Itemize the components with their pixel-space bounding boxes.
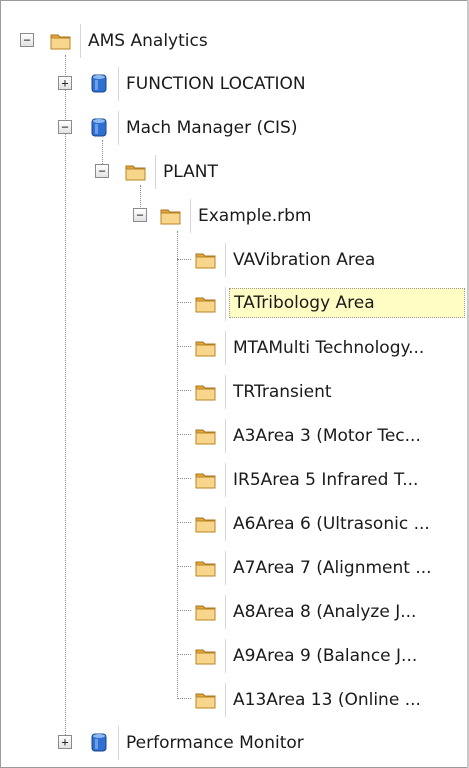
folder-icon	[195, 649, 216, 665]
tree-connector	[177, 522, 191, 523]
collapse-toggle-root[interactable]: −	[20, 33, 34, 47]
tree-node-area[interactable]: A9Area 9 (Balance J...	[229, 641, 461, 671]
row-separator	[80, 24, 81, 58]
tree-connector	[177, 302, 191, 303]
tree-connector	[177, 390, 191, 391]
tree-node-area[interactable]: A3Area 3 (Motor Tec...	[229, 421, 461, 451]
row-separator	[225, 243, 226, 277]
collapse-toggle-example[interactable]: −	[133, 208, 147, 222]
tree-connector	[177, 346, 191, 347]
row-separator	[118, 726, 119, 760]
row-separator	[225, 639, 226, 673]
tree-node-example-rbm[interactable]: Example.rbm	[194, 201, 316, 231]
tree-node-ams-analytics[interactable]: AMS Analytics	[84, 26, 212, 56]
folder-icon	[160, 209, 181, 225]
tree-connector	[177, 654, 191, 655]
folder-icon	[195, 605, 216, 621]
row-separator	[225, 551, 226, 585]
row-separator	[225, 331, 226, 365]
tree-connector	[177, 434, 191, 435]
tree-node-mach-manager[interactable]: Mach Manager (CIS)	[122, 113, 301, 143]
row-separator	[225, 419, 226, 453]
folder-icon	[195, 341, 216, 357]
folder-icon	[195, 253, 216, 269]
tree-node-function-location[interactable]: FUNCTION LOCATION	[122, 69, 310, 99]
database-icon	[91, 733, 107, 752]
row-separator	[225, 683, 226, 717]
tree-node-plant[interactable]: PLANT	[159, 157, 222, 187]
row-separator	[225, 287, 226, 321]
tree-connector	[177, 259, 191, 260]
tree-node-area[interactable]: MTAMulti Technology...	[229, 333, 461, 363]
folder-icon	[195, 297, 216, 313]
database-icon	[91, 118, 107, 137]
tree-connector	[177, 698, 191, 699]
folder-icon	[195, 693, 216, 709]
tree-connector	[177, 566, 191, 567]
row-separator	[118, 67, 119, 101]
collapse-toggle-plant[interactable]: −	[95, 164, 109, 178]
tree-node-area[interactable]: IR5Area 5 Infrared T...	[229, 465, 461, 495]
folder-icon	[195, 429, 216, 445]
tree-node-area[interactable]: VAVibration Area	[229, 245, 461, 275]
tree-node-area[interactable]: A7Area 7 (Alignment ...	[229, 553, 461, 583]
folder-icon	[125, 165, 146, 181]
row-separator	[225, 595, 226, 629]
row-separator	[225, 463, 226, 497]
database-icon	[91, 74, 107, 93]
folder-icon	[195, 561, 216, 577]
row-separator	[190, 199, 191, 233]
tree-node-area[interactable]: A13Area 13 (Online ...	[229, 685, 461, 715]
tree-node-area-selected[interactable]: TATribology Area	[229, 288, 465, 318]
collapse-toggle-mach-manager[interactable]: −	[58, 120, 72, 134]
row-separator	[225, 375, 226, 409]
tree-connector	[65, 55, 66, 741]
folder-icon	[195, 473, 216, 489]
tree-node-area[interactable]: TRTransient	[229, 377, 461, 407]
row-separator	[225, 507, 226, 541]
expand-toggle-performance-monitor[interactable]: +	[58, 735, 72, 749]
tree-connector	[177, 478, 191, 479]
row-separator	[118, 111, 119, 145]
folder-icon	[195, 385, 216, 401]
tree-connector	[177, 610, 191, 611]
tree-node-area[interactable]: A8Area 8 (Analyze J...	[229, 597, 461, 627]
expand-toggle-function-location[interactable]: +	[58, 76, 72, 90]
folder-icon	[195, 517, 216, 533]
row-separator	[155, 155, 156, 189]
tree-node-area[interactable]: A6Area 6 (Ultrasonic ...	[229, 509, 461, 539]
tree-node-performance-monitor[interactable]: Performance Monitor	[122, 728, 308, 758]
folder-icon	[50, 34, 71, 50]
